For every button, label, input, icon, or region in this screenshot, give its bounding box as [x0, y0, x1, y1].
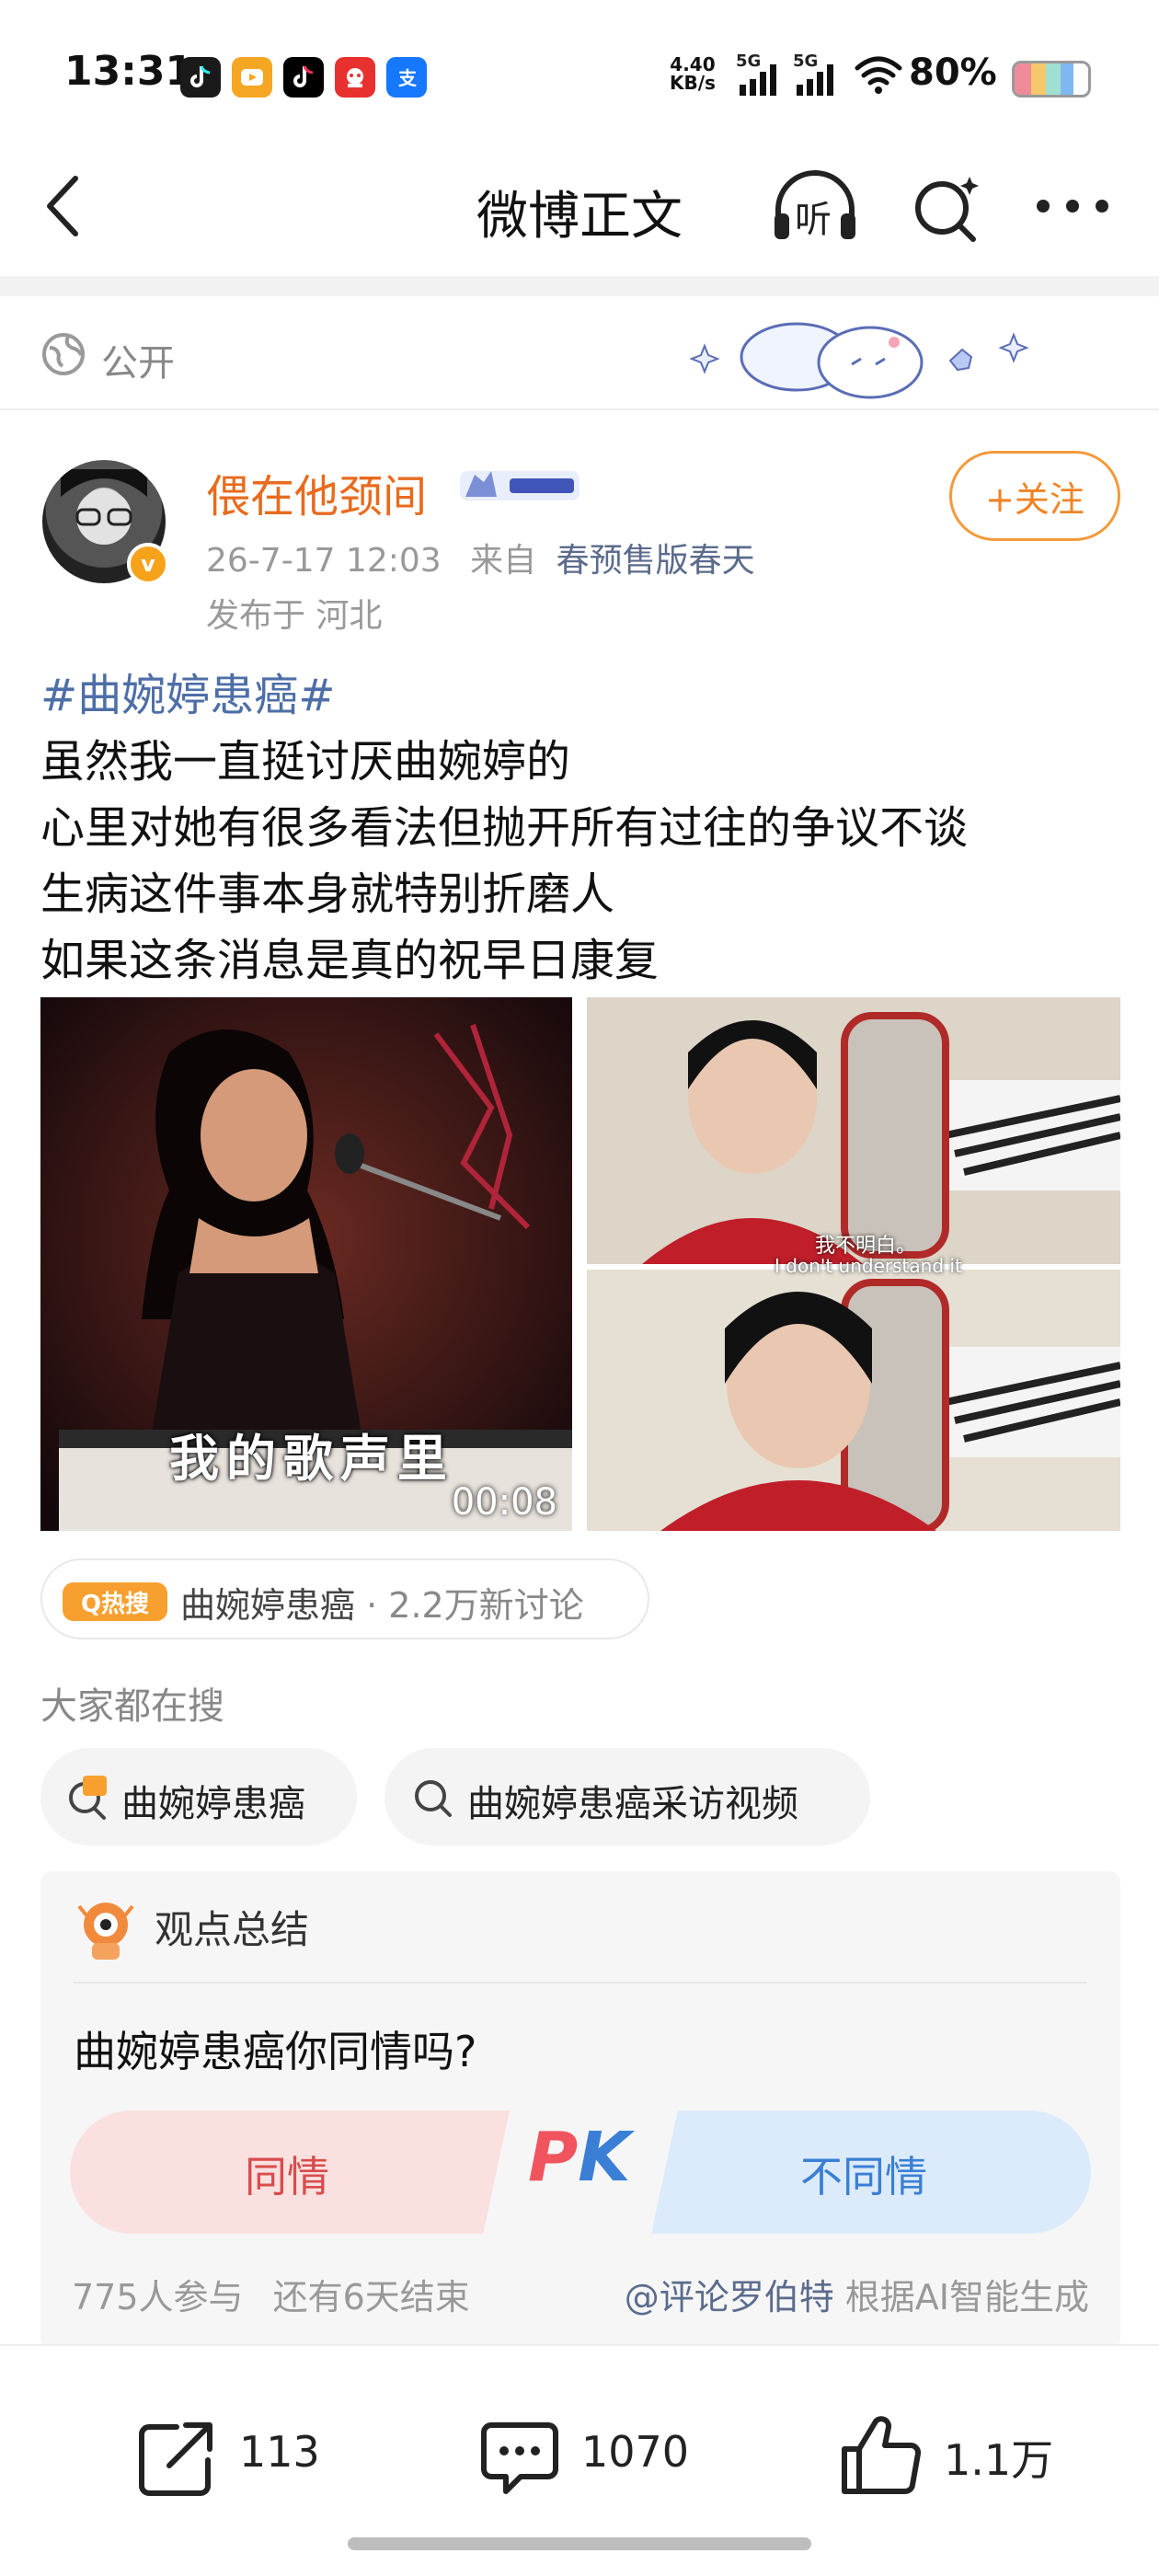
ai-attribution: @评论罗伯特 根据AI智能生成: [625, 2269, 1089, 2319]
vote-no-label: 不同情: [800, 2152, 927, 2202]
post-source[interactable]: 春预售版春天: [557, 542, 755, 580]
post-timestamp: 26-7-17 12:03: [206, 542, 442, 580]
attribution-text: 根据AI智能生成: [844, 2277, 1089, 2317]
listen-button[interactable]: 听: [769, 166, 861, 248]
visibility-row: 公开: [0, 296, 1159, 410]
repost-button[interactable]: 113: [136, 2401, 339, 2502]
battery-icon: [1012, 61, 1091, 98]
search-chip-label: 曲婉婷患癌采访视频: [467, 1783, 798, 1825]
network-speed-value: 4.40: [670, 53, 716, 75]
search-icon: [415, 1780, 452, 1817]
post-line: 生病这件事本身就特别折磨人: [40, 868, 615, 920]
visibility-label: 公开: [101, 342, 175, 385]
post-hashtag[interactable]: #曲婉婷患癌#: [40, 662, 1126, 729]
network-speed: 4.40 KB/s: [670, 55, 716, 92]
home-indicator[interactable]: [348, 2537, 811, 2550]
time-remaining: 还有6天结束: [272, 2277, 470, 2317]
user-medal-icon: [460, 471, 580, 500]
video-subtitle: 我的歌声里: [169, 1430, 454, 1488]
vote-stats: 775人参与 还有6天结束: [72, 2269, 470, 2319]
viewpoint-title: 观点总结: [155, 1907, 310, 1952]
status-time: 13:31: [64, 48, 194, 95]
svg-text:支: 支: [398, 67, 418, 89]
gift-app-icon: [335, 57, 375, 98]
hot-search-text: 曲婉婷患癌 · 2.2万新讨论: [180, 1577, 584, 1627]
signal-5g-icon-2: 5G: [793, 52, 841, 98]
post-location: 发布于 河北: [206, 597, 383, 635]
attribution-user[interactable]: @评论罗伯特: [625, 2277, 834, 2317]
vote-yes-label: 同情: [245, 2152, 329, 2202]
participant-count: 775人参与: [72, 2277, 244, 2317]
listen-label: 听: [795, 199, 832, 241]
globe-icon: [42, 333, 85, 375]
like-button[interactable]: 1.1万: [839, 2401, 1069, 2502]
source-prefix: 来自: [470, 542, 537, 580]
hot-search-topic: 曲婉婷患癌: [180, 1585, 356, 1626]
battery-percent: 80%: [909, 52, 997, 94]
post-line: 心里对她有很多看法但抛开所有过往的争议不谈: [40, 802, 969, 854]
video-duration: 00:08: [451, 1481, 557, 1524]
vote-sympathize-button[interactable]: 同情: [70, 2110, 510, 2234]
card-divider: [74, 1982, 1087, 1984]
more-options-icon[interactable]: [1034, 195, 1111, 217]
hot-search-badge: Q热搜: [63, 1582, 167, 1621]
photo-subtitle-en: I don't understand it: [775, 1255, 962, 1277]
search-chip[interactable]: 曲婉婷患癌: [40, 1748, 357, 1846]
hot-search-icon: [69, 1776, 107, 1820]
share-icon: [139, 2422, 212, 2496]
top-nav-bar: 微博正文 听: [0, 138, 1159, 276]
header-separator: [0, 276, 1159, 296]
everyone-search-heading: 大家都在搜: [40, 1685, 224, 1728]
video-thumbnail[interactable]: 我的歌声里 00:08: [40, 997, 572, 1531]
search-chip[interactable]: 曲婉婷患癌采访视频: [384, 1748, 870, 1846]
network-speed-unit: KB/s: [670, 72, 716, 94]
cat-cloud-decoration-icon: [689, 322, 1029, 399]
search-chip-label: 曲婉婷患癌: [121, 1783, 305, 1825]
follow-button[interactable]: +关注: [949, 451, 1120, 541]
pk-label: PK: [528, 2118, 631, 2197]
post-body: #曲婉婷患癌# 虽然我一直挺讨厌曲婉婷的 心里对她有很多看法但抛开所有过往的争议…: [40, 662, 1126, 994]
viewpoint-question: 曲婉婷患癌你同情吗?: [74, 2027, 477, 2076]
verified-badge-icon: v: [127, 543, 169, 585]
comment-icon: [481, 2422, 558, 2494]
search-icon[interactable]: [909, 171, 982, 245]
post-meta: 26-7-17 12:03 来自 春预售版春天: [206, 534, 755, 581]
like-count: 1.1万: [944, 2435, 1054, 2485]
photo-thumbnail[interactable]: 我不明白。 I don't understand it: [587, 997, 1120, 1531]
post-line: 如果这条消息是真的祝早日康复: [40, 935, 660, 986]
weibo-post-screen: 13:31 支 4.40 KB/s 5G 5G 80% 微博正文 听 公开 v …: [0, 0, 1159, 2576]
video-app-icon: [232, 57, 272, 98]
vote-not-sympathize-button[interactable]: 不同情: [651, 2110, 1091, 2234]
page-title: 微博正文: [476, 187, 683, 247]
wifi-icon: [855, 56, 902, 94]
author-name[interactable]: 偎在他颈间: [206, 460, 427, 524]
tiktok-icon: [283, 57, 324, 98]
hot-search-pill[interactable]: Q热搜 曲婉婷患癌 · 2.2万新讨论: [40, 1558, 649, 1639]
post-line: 虽然我一直挺讨厌曲婉婷的: [40, 736, 571, 788]
tiktok-lite-icon: [180, 57, 221, 98]
alipay-icon: 支: [386, 57, 427, 98]
hot-search-count: · 2.2万新讨论: [366, 1585, 584, 1626]
viewpoint-summary-card: 观点总结 曲婉婷患癌你同情吗? 同情 PK 不同情 775人参与 还有6天结束 …: [40, 1871, 1120, 2350]
signal-5g-icon-1: 5G: [736, 52, 784, 98]
comment-count: 1070: [581, 2427, 690, 2477]
status-bar: 13:31 支 4.40 KB/s 5G 5G 80%: [0, 0, 1159, 138]
repost-count: 113: [239, 2427, 320, 2477]
notification-app-icons: 支: [180, 57, 427, 98]
thumbs-up-icon: [842, 2416, 922, 2495]
robot-mascot-icon: [77, 1903, 134, 1960]
comment-button[interactable]: 1070: [478, 2401, 708, 2502]
